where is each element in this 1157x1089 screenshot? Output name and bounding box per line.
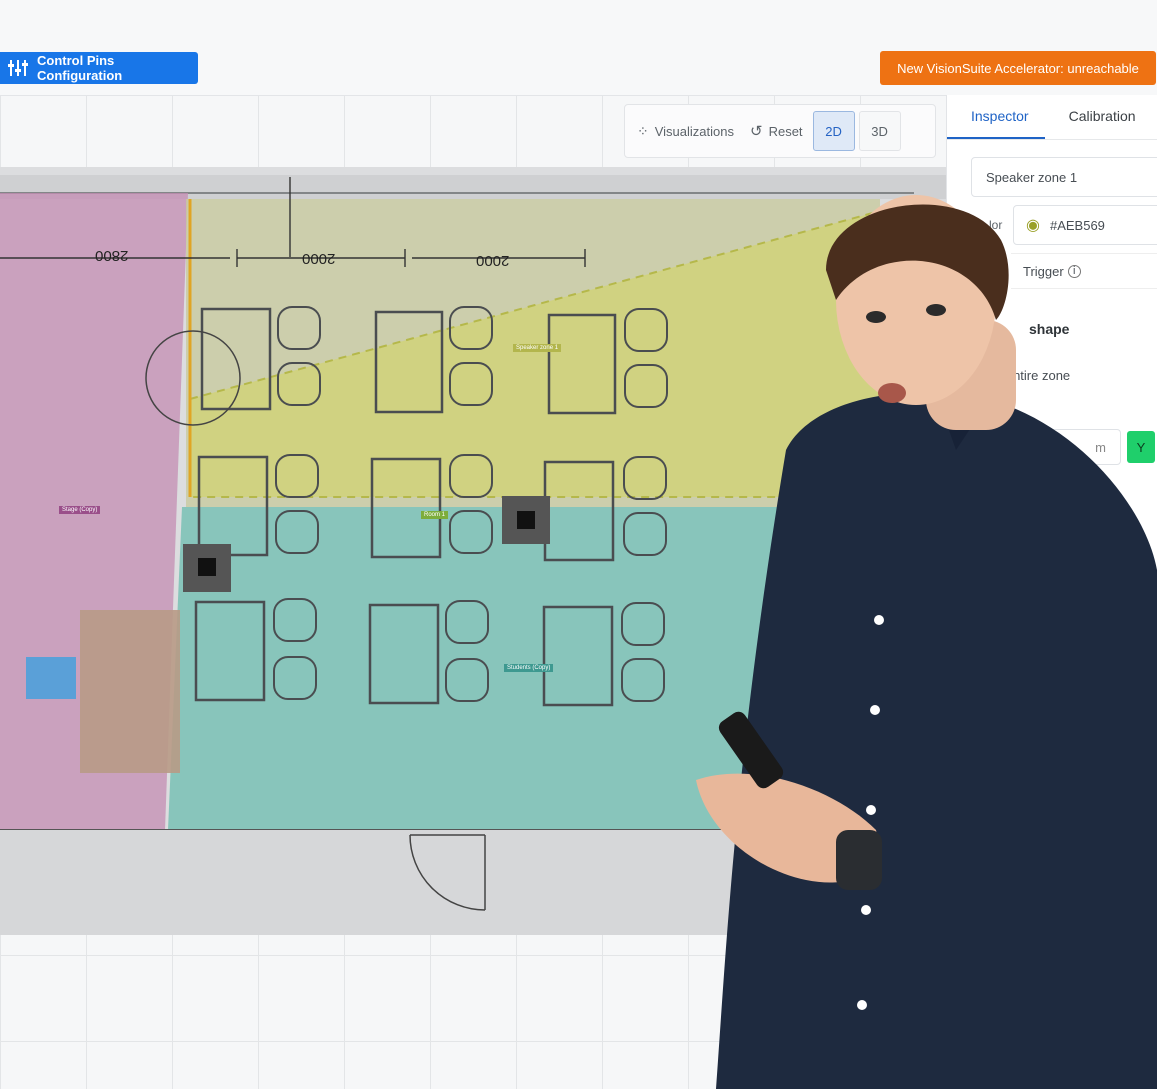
dimension-label-2: 2000 [302,250,336,267]
zone-label-room: Room 1 [421,511,449,519]
zone-label-stage: Stage (Copy) [59,506,101,514]
presenter-photo [696,195,1157,1089]
reset-label: Reset [768,123,803,139]
warning-label: New VisionSuite Accelerator: unreachable [897,60,1139,76]
control-pins-configuration-button[interactable]: Control Pins Configuration [0,52,198,84]
zone-label-speaker: Speaker zone 1 [513,344,562,352]
accelerator-warning-badge[interactable]: New VisionSuite Accelerator: unreachable [880,51,1156,85]
shirt-shape [716,392,1157,1089]
mode-3d-button[interactable]: 3D [858,111,901,151]
visualizations-label: Visualizations [654,123,734,139]
visualizations-icon: ⁘ [637,122,649,139]
tab-inspector[interactable]: Inspector [947,95,1045,139]
control-pins-label: Control Pins Configuration [37,53,123,83]
inspector-tabs: Inspector Calibration [947,95,1157,140]
teacher-desk [80,610,180,773]
visualizations-button[interactable]: ⁘ Visualizations [631,111,740,151]
zone-name-value: Speaker zone 1 [986,169,1078,185]
sliders-icon [8,60,28,76]
tab-calibration[interactable]: Calibration [1045,95,1152,137]
dimension-label-3: 2000 [476,252,510,269]
reset-button[interactable]: ↺ Reset [744,111,809,151]
mode-2d-button[interactable]: 2D [812,111,855,151]
dimension-label-1: 2800 [95,247,129,264]
view-toolbar: ⁘ Visualizations ↺ Reset 2D 3D [624,104,936,158]
watch-shape [836,830,882,890]
chair-blue [26,657,76,699]
reset-icon: ↺ [750,123,763,140]
zone-label-students: Students (Copy) [504,664,554,672]
